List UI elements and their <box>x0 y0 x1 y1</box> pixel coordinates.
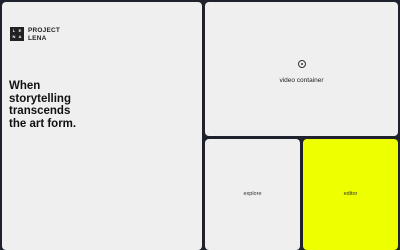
video-label: video container <box>279 77 324 84</box>
app-frame: L E N A PROJECT LENA When storytelling t… <box>0 0 400 250</box>
hero-line: When <box>9 80 41 92</box>
hero-line: the art form. <box>9 117 77 130</box>
play-circle-icon[interactable] <box>297 60 306 68</box>
brand[interactable]: L E N A PROJECT LENA <box>10 27 60 42</box>
video-container[interactable]: video container <box>205 2 398 136</box>
logo-letter: A <box>18 34 22 39</box>
brand-name: PROJECT LENA <box>28 27 60 42</box>
hero-headline: When storytelling transcends the art for… <box>9 80 129 130</box>
editor-label: editor <box>343 191 358 197</box>
video-placeholder: video container <box>205 55 398 84</box>
intro-panel: L E N A PROJECT LENA When storytelling t… <box>2 2 202 250</box>
explore-label: explore <box>243 191 262 197</box>
hero-line: storytelling <box>9 92 71 105</box>
brand-name-line2: LENA <box>28 34 47 42</box>
brand-name-line1: PROJECT <box>28 27 61 34</box>
hero-line: transcends <box>9 105 71 117</box>
editor-tile[interactable]: editor <box>303 139 398 250</box>
lena-logo-icon: L E N A <box>10 27 24 41</box>
explore-tile[interactable]: explore <box>205 139 300 250</box>
